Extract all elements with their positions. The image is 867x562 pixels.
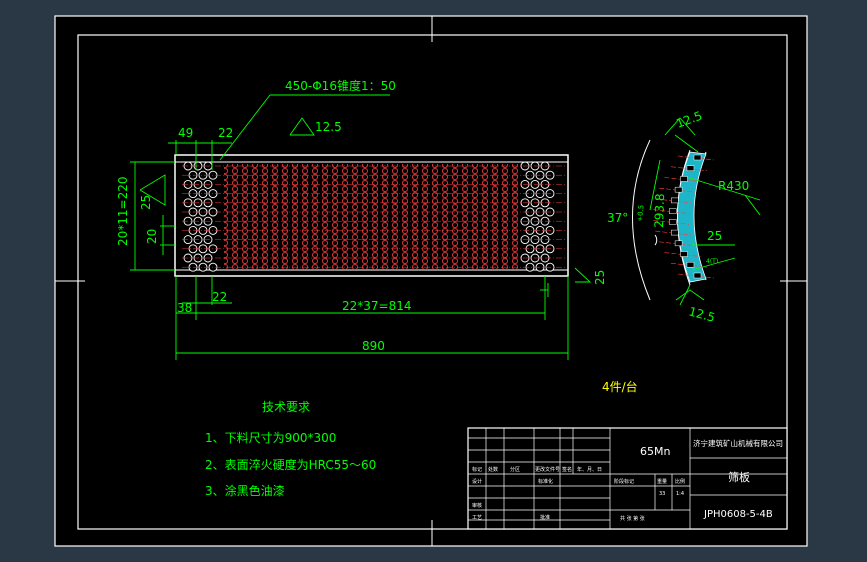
section-slot — [680, 251, 688, 257]
dim-right-edge: 25 — [593, 270, 607, 285]
roughness-label: 12.5 — [315, 120, 342, 134]
section-angle: 37° — [607, 211, 628, 225]
section-slot — [671, 229, 679, 236]
rev-header-2: 分区 — [510, 466, 520, 473]
company-label: 济宁建筑矿山机械有限公司 — [693, 438, 783, 448]
section-slot — [680, 176, 688, 182]
quantity-label: 4件/台 — [602, 379, 638, 394]
process-label: 工艺 — [472, 515, 482, 521]
hole-spec-label: 450-Φ16锥度1：50 — [285, 78, 396, 93]
dim-bottom-gap: 22 — [212, 290, 227, 304]
section-thickness: 25 — [707, 229, 722, 243]
dim-left-pitch: 20 — [145, 229, 159, 244]
note-2: 2、表面淬火硬度为HRC55～60 — [205, 457, 376, 472]
designer-label: 设计 — [472, 478, 482, 485]
rev-header-4: 签名 — [562, 466, 572, 473]
check-label: 审核 — [472, 502, 482, 509]
section-slot — [669, 208, 677, 214]
rev-header-1: 处数 — [488, 466, 498, 473]
dim-top-pitch: 49 — [178, 126, 193, 140]
rev-header-5: 年、月、日 — [577, 466, 602, 473]
part-name-label: 筛板 — [728, 470, 750, 484]
dim-left-height: 20*11=220 — [116, 177, 130, 247]
approve-label: 批准 — [540, 514, 550, 521]
section-slot — [669, 219, 677, 225]
section-chord: 293.8 — [652, 193, 667, 228]
drawing-no-label: JPH0608-5-4B — [703, 509, 773, 520]
section-slot — [686, 262, 695, 268]
section-radius: R430 — [718, 179, 749, 193]
cad-viewport[interactable]: 450-Φ16锥度1：50 12.5 49 22 20*11=220 25 20… — [0, 0, 867, 562]
section-tolerance: +0.5 — [636, 205, 645, 223]
notes-title: 技术要求 — [262, 400, 310, 414]
section-slot — [674, 186, 683, 193]
stage-header-2: 比例 — [675, 478, 685, 485]
section-slot — [693, 154, 702, 161]
stage-header-0: 阶段标记 — [614, 478, 634, 485]
note-3: 3、涂黑色油漆 — [205, 483, 285, 498]
dim-overall-length: 890 — [362, 339, 385, 353]
section-slot — [671, 197, 679, 204]
section-note: 4(T) — [706, 258, 718, 265]
section-slot — [674, 240, 683, 247]
screen-plate-view[interactable] — [174, 154, 569, 277]
dim-hole-span: 22*37=814 — [342, 299, 412, 313]
material-label: 65Mn — [640, 445, 670, 458]
dim-left-edge: 25 — [139, 195, 153, 210]
stage-header-1: 重量 — [657, 478, 667, 485]
sheets-label: 共 张 第 张 — [620, 515, 645, 522]
rev-header-3: 更改文件号 — [535, 466, 560, 473]
title-block[interactable]: 标记 处数 分区 更改文件号 签名 年、月、日 设计 标准化 审核 工艺 批准 … — [467, 427, 788, 530]
note-1: 1、下料尺寸为900*300 — [205, 431, 336, 445]
section-slot — [686, 165, 695, 171]
stage-value-1: 33 — [659, 491, 665, 497]
section-slot — [693, 272, 702, 279]
standard-label: 标准化 — [538, 478, 553, 485]
hole-field — [224, 164, 520, 269]
rev-header-0: 标记 — [472, 466, 482, 473]
dim-top-gap: 22 — [218, 126, 233, 140]
dim-bottom-edge: 38 — [177, 301, 192, 315]
stage-value-2: 1:4 — [676, 491, 684, 497]
